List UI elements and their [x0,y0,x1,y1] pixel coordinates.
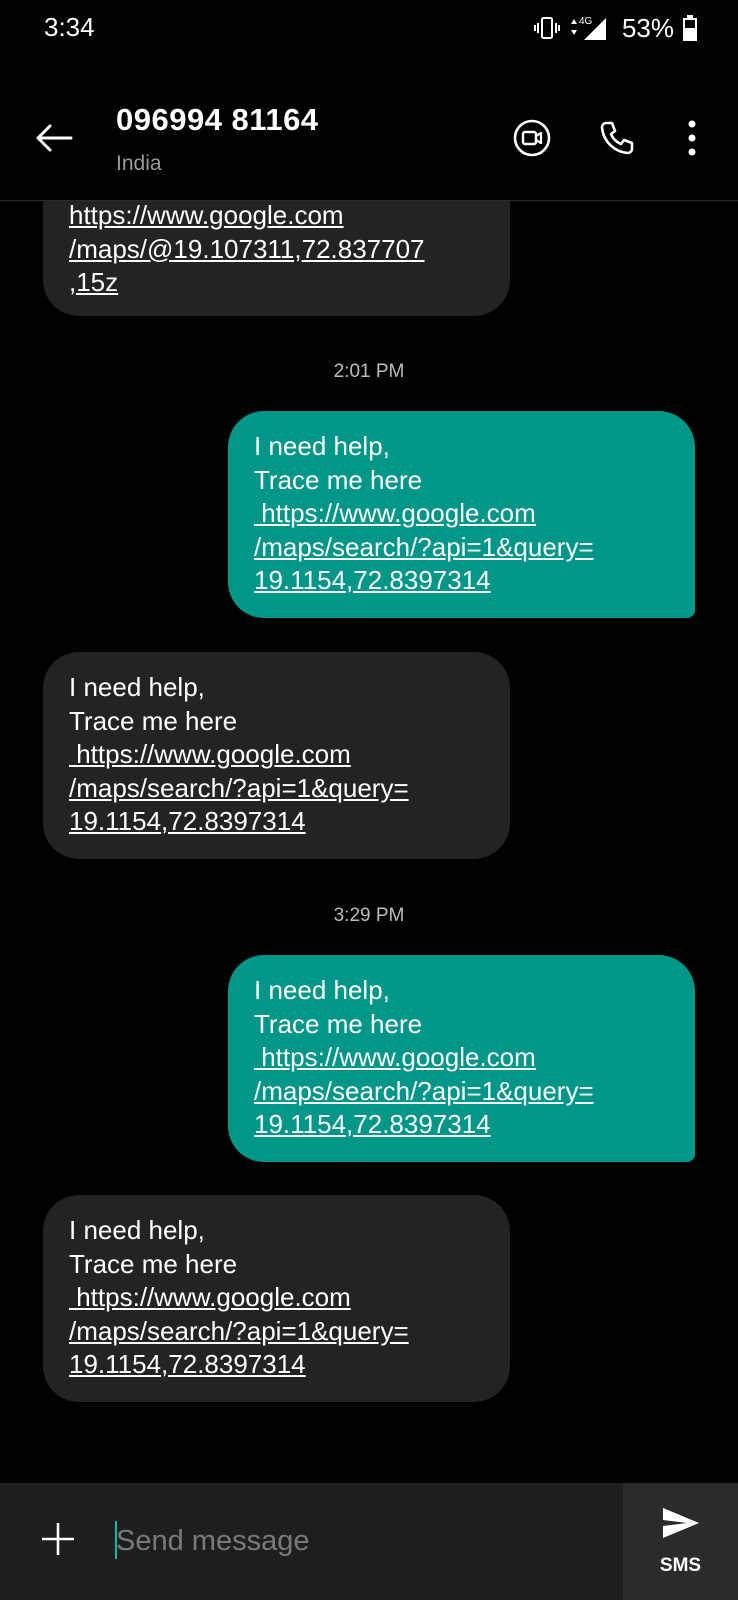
message-link[interactable]: https://www.google.com [69,738,486,772]
message-link[interactable]: /maps/search/?api=1&query= [254,531,671,565]
message-link[interactable]: /maps/search/?api=1&query= [254,1075,671,1109]
status-time: 3:34 [44,12,95,42]
more-vert-icon [686,120,698,161]
message-link[interactable]: https://www.google.com [254,1041,671,1075]
message-input[interactable] [112,1513,602,1569]
message-bubble-outgoing[interactable]: I need help, Trace me here https://www.g… [228,411,695,618]
video-call-button[interactable] [508,116,556,164]
message-bubble-incoming[interactable]: I need help, Trace me here https://www.g… [43,1195,510,1402]
message-text: Trace me here [69,1248,238,1279]
message-text: Trace me here [254,1008,423,1039]
message-text: I need help, [69,1215,205,1245]
message-link[interactable]: /maps/@19.107311,72.837707 [69,233,486,267]
message-link[interactable]: https://www.google.com [69,1281,486,1315]
message-text: Trace me here [69,705,238,736]
network-type-label: 4G [579,16,593,27]
contact-name[interactable]: 096994 81164 [116,102,319,138]
status-icons: 4G 53% [533,12,698,44]
message-link[interactable]: 19.1154,72.8397314 [254,1108,671,1142]
phone-icon [597,118,637,163]
signal-4g-icon: 4G [568,14,608,42]
call-button[interactable] [593,116,641,164]
message-link[interactable]: https://www.google.com [254,497,671,531]
battery-percent: 53% [621,12,674,43]
message-text: I need help, [254,975,390,1005]
message-link[interactable]: https://www.google.com [69,201,486,233]
message-link[interactable]: 19.1154,72.8397314 [69,1348,486,1382]
send-label: SMS [659,1555,702,1576]
vibrate-icon [533,15,560,41]
message-bubble-incoming[interactable]: https://www.google.com /maps/@19.107311,… [43,201,510,316]
compose-bar: SMS [0,1483,738,1600]
contact-location: India [116,152,162,175]
battery-icon [682,14,698,42]
message-text: Trace me here [254,464,423,495]
send-sms-button[interactable]: SMS [623,1483,738,1600]
message-link[interactable]: /maps/search/?api=1&query= [69,1315,486,1349]
message-text: I need help, [254,431,390,461]
back-button[interactable] [30,116,78,164]
message-link[interactable]: /maps/search/?api=1&query= [69,772,486,806]
add-attachment-button[interactable] [36,1519,80,1563]
message-text: I need help, [69,672,205,702]
message-thread[interactable]: https://www.google.com /maps/@19.107311,… [0,201,738,1483]
message-bubble-outgoing[interactable]: I need help, Trace me here https://www.g… [228,955,695,1162]
conversation-header: 096994 81164 India [0,56,738,201]
message-link[interactable]: ,15z [69,266,486,300]
arrow-left-icon [34,123,74,158]
message-link[interactable]: 19.1154,72.8397314 [69,805,486,839]
send-icon [661,1506,701,1545]
message-bubble-incoming[interactable]: I need help, Trace me here https://www.g… [43,652,510,859]
plus-icon [40,1521,76,1562]
message-timestamp: 3:29 PM [333,905,405,926]
text-cursor [115,1521,117,1559]
more-options-button[interactable] [668,116,716,164]
message-link[interactable]: 19.1154,72.8397314 [254,564,671,598]
video-call-icon [512,118,552,163]
message-timestamp: 2:01 PM [333,361,405,382]
status-bar: 3:34 4G 53% [0,0,738,56]
